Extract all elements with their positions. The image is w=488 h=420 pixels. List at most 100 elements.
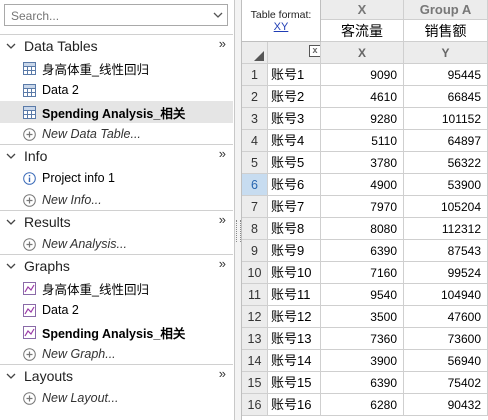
cell-x[interactable]: 8080: [321, 218, 404, 240]
cell-x[interactable]: 3500: [321, 306, 404, 328]
row-title[interactable]: 账号12: [268, 306, 321, 328]
row-title[interactable]: 账号10: [268, 262, 321, 284]
section-item[interactable]: New Data Table...: [0, 123, 233, 145]
cell-x[interactable]: 3780: [321, 152, 404, 174]
section-item[interactable]: New Info...: [0, 189, 233, 211]
cell-y[interactable]: 66845: [404, 86, 488, 108]
row-title[interactable]: 账号5: [268, 152, 321, 174]
cell-y[interactable]: 90432: [404, 394, 488, 416]
search-input[interactable]: [9, 6, 203, 26]
chevron-down-icon[interactable]: [6, 217, 16, 227]
cell-x[interactable]: 3900: [321, 350, 404, 372]
cell-x[interactable]: 7360: [321, 328, 404, 350]
section-header[interactable]: Info »: [0, 144, 233, 167]
cell-x[interactable]: 6280: [321, 394, 404, 416]
cell-x[interactable]: 6390: [321, 240, 404, 262]
section-header[interactable]: Results »: [0, 210, 233, 233]
section-item[interactable]: 身高体重_线性回归: [0, 277, 233, 299]
row-number[interactable]: 6: [242, 174, 268, 196]
cell-y[interactable]: 56322: [404, 152, 488, 174]
cell-y[interactable]: 99524: [404, 262, 488, 284]
row-title[interactable]: 账号2: [268, 86, 321, 108]
row-title[interactable]: 账号3: [268, 108, 321, 130]
cell-x[interactable]: 9540: [321, 284, 404, 306]
row-title[interactable]: 账号8: [268, 218, 321, 240]
row-number[interactable]: 10: [242, 262, 268, 284]
cell-y[interactable]: 104940: [404, 284, 488, 306]
expand-more-icon[interactable]: »: [219, 212, 226, 227]
column-x-header[interactable]: X: [321, 0, 404, 20]
section-item[interactable]: 身高体重_线性回归: [0, 57, 233, 79]
row-title[interactable]: 账号15: [268, 372, 321, 394]
panel-splitter[interactable]: [235, 0, 242, 420]
expand-more-icon[interactable]: »: [219, 36, 226, 51]
row-title[interactable]: 账号1: [268, 64, 321, 86]
cell-x[interactable]: 5110: [321, 130, 404, 152]
row-title[interactable]: 账号13: [268, 328, 321, 350]
cell-x[interactable]: 4900: [321, 174, 404, 196]
section-header[interactable]: Layouts »: [0, 364, 233, 387]
chevron-down-icon[interactable]: [209, 5, 227, 25]
row-title[interactable]: 账号9: [268, 240, 321, 262]
row-number[interactable]: 9: [242, 240, 268, 262]
splitter-grip[interactable]: [236, 220, 241, 242]
row-title[interactable]: 账号11: [268, 284, 321, 306]
section-item[interactable]: Spending Analysis_相关: [0, 321, 233, 343]
cell-y[interactable]: 64897: [404, 130, 488, 152]
section-item[interactable]: Project info 1: [0, 167, 233, 189]
section-item[interactable]: Data 2: [0, 79, 233, 101]
close-icon[interactable]: x: [309, 45, 320, 57]
cell-x[interactable]: 9090: [321, 64, 404, 86]
column-a-header[interactable]: Group A: [404, 0, 488, 20]
cell-y[interactable]: 105204: [404, 196, 488, 218]
row-number[interactable]: 7: [242, 196, 268, 218]
row-number[interactable]: 5: [242, 152, 268, 174]
row-number[interactable]: 3: [242, 108, 268, 130]
cell-y[interactable]: 87543: [404, 240, 488, 262]
section-item[interactable]: Data 2: [0, 299, 233, 321]
cell-y[interactable]: 112312: [404, 218, 488, 240]
chevron-down-icon[interactable]: [6, 41, 16, 51]
cell-x[interactable]: 9280: [321, 108, 404, 130]
column-a-title[interactable]: 销售额: [404, 20, 488, 42]
cell-x[interactable]: 7160: [321, 262, 404, 284]
section-header[interactable]: Data Tables »: [0, 34, 233, 57]
table-format-cell[interactable]: Table format: XY: [242, 0, 321, 42]
chevron-down-icon[interactable]: [6, 371, 16, 381]
chevron-down-icon[interactable]: [6, 261, 16, 271]
row-number[interactable]: 11: [242, 284, 268, 306]
row-number[interactable]: 12: [242, 306, 268, 328]
cell-x[interactable]: 7970: [321, 196, 404, 218]
section-item[interactable]: Spending Analysis_相关: [0, 101, 233, 123]
section-item[interactable]: New Analysis...: [0, 233, 233, 255]
row-number[interactable]: 2: [242, 86, 268, 108]
cell-y[interactable]: 95445: [404, 64, 488, 86]
expand-more-icon[interactable]: »: [219, 256, 226, 271]
expand-more-icon[interactable]: »: [219, 146, 226, 161]
section-item[interactable]: New Layout...: [0, 387, 233, 409]
cell-x[interactable]: 4610: [321, 86, 404, 108]
expand-more-icon[interactable]: »: [219, 366, 226, 381]
cell-y[interactable]: 47600: [404, 306, 488, 328]
row-title[interactable]: 账号6: [268, 174, 321, 196]
section-item[interactable]: New Graph...: [0, 343, 233, 365]
row-number[interactable]: 8: [242, 218, 268, 240]
section-header[interactable]: Graphs »: [0, 254, 233, 277]
column-x-title[interactable]: 客流量: [321, 20, 404, 42]
chevron-down-icon[interactable]: [6, 151, 16, 161]
row-title[interactable]: 账号7: [268, 196, 321, 218]
row-number[interactable]: 14: [242, 350, 268, 372]
row-number[interactable]: 13: [242, 328, 268, 350]
cell-y[interactable]: 53900: [404, 174, 488, 196]
cell-y[interactable]: 75402: [404, 372, 488, 394]
row-number[interactable]: 1: [242, 64, 268, 86]
row-title[interactable]: 账号14: [268, 350, 321, 372]
cell-x[interactable]: 6390: [321, 372, 404, 394]
row-title[interactable]: 账号16: [268, 394, 321, 416]
cell-y[interactable]: 101152: [404, 108, 488, 130]
row-number[interactable]: 4: [242, 130, 268, 152]
search-box[interactable]: [4, 4, 228, 26]
table-format-value[interactable]: XY: [242, 21, 320, 33]
cell-y[interactable]: 73600: [404, 328, 488, 350]
row-number[interactable]: 15: [242, 372, 268, 394]
